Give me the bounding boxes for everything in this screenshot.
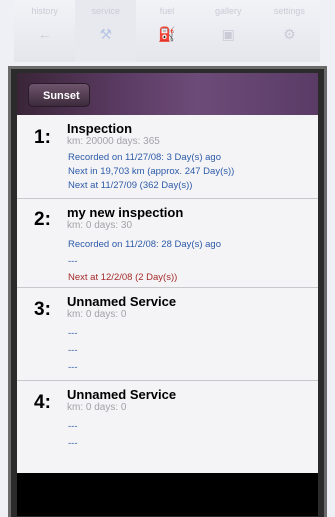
item-intervals: km: 0 days: 0 — [67, 402, 127, 413]
list-item[interactable]: 2: my new inspection km: 0 days: 30 Reco… — [17, 199, 318, 288]
tab-gallery[interactable]: gallery ▣ — [198, 0, 259, 62]
gear-icon: ⚙ — [283, 26, 296, 42]
tab-label: service — [91, 6, 121, 16]
list-item[interactable]: 4: Unnamed Service km: 0 days: 0 --- --- — [17, 381, 318, 473]
camera-icon: ▣ — [221, 26, 235, 42]
service-list: 1: Inspection km: 20000 days: 365 Record… — [17, 115, 318, 473]
tab-settings[interactable]: settings ⚙ — [259, 0, 320, 62]
item-title: Inspection — [67, 121, 133, 136]
pump-icon: ⛽ — [158, 26, 176, 42]
item-next-km: Next in 19,703 km (approx. 247 Day(s)) — [68, 166, 235, 177]
item-next-date: Next at 11/27/09 (362 Day(s)) — [68, 180, 193, 191]
item-line: --- — [68, 438, 78, 449]
item-line: --- — [68, 421, 78, 432]
list-item[interactable]: 1: Inspection km: 20000 days: 365 Record… — [17, 115, 318, 199]
tab-label: fuel — [159, 6, 175, 16]
tab-fuel[interactable]: fuel ⛽ — [136, 0, 197, 62]
item-line: --- — [68, 362, 78, 373]
back-icon: ← — [37, 26, 52, 42]
item-title: Unnamed Service — [67, 387, 177, 402]
item-title: my new inspection — [67, 205, 184, 220]
tab-service[interactable]: service ⚒ — [75, 0, 137, 62]
navigation-bar: Sunset — [17, 73, 318, 115]
bottom-toolbar — [17, 473, 318, 516]
back-button-label: Sunset — [43, 90, 80, 102]
tab-label: gallery — [214, 6, 242, 16]
item-intervals: km: 20000 days: 365 — [67, 136, 160, 147]
wrench-icon: ⚒ — [99, 26, 113, 42]
item-recorded: Recorded on 11/2/08: 28 Day(s) ago — [68, 239, 221, 250]
item-line: --- — [68, 345, 78, 356]
back-button[interactable]: Sunset — [28, 83, 90, 107]
item-recorded: Recorded on 11/27/08: 3 Day(s) ago — [68, 152, 221, 163]
item-next-date: Next at 12/2/08 (2 Day(s)) — [68, 272, 178, 283]
item-title: Unnamed Service — [67, 294, 177, 309]
tab-history[interactable]: history ← — [14, 0, 75, 62]
item-line: --- — [68, 328, 78, 339]
item-intervals: km: 0 days: 30 — [67, 220, 133, 231]
item-number: 1: — [34, 127, 51, 148]
item-number: 3: — [34, 299, 51, 320]
item-number: 2: — [34, 209, 51, 230]
item-next-km: --- — [68, 256, 78, 267]
list-item[interactable]: 3: Unnamed Service km: 0 days: 0 --- ---… — [17, 288, 318, 381]
phone-screen: Sunset 1: Inspection km: 20000 days: 365… — [17, 73, 318, 516]
item-intervals: km: 0 days: 0 — [67, 309, 127, 320]
tab-label: history — [31, 6, 58, 16]
phone-frame: Sunset 1: Inspection km: 20000 days: 365… — [8, 66, 327, 517]
tab-label: settings — [273, 6, 305, 16]
top-tab-bar: history ← service ⚒ fuel ⛽ gallery ▣ set… — [14, 0, 320, 62]
item-number: 4: — [34, 392, 51, 413]
